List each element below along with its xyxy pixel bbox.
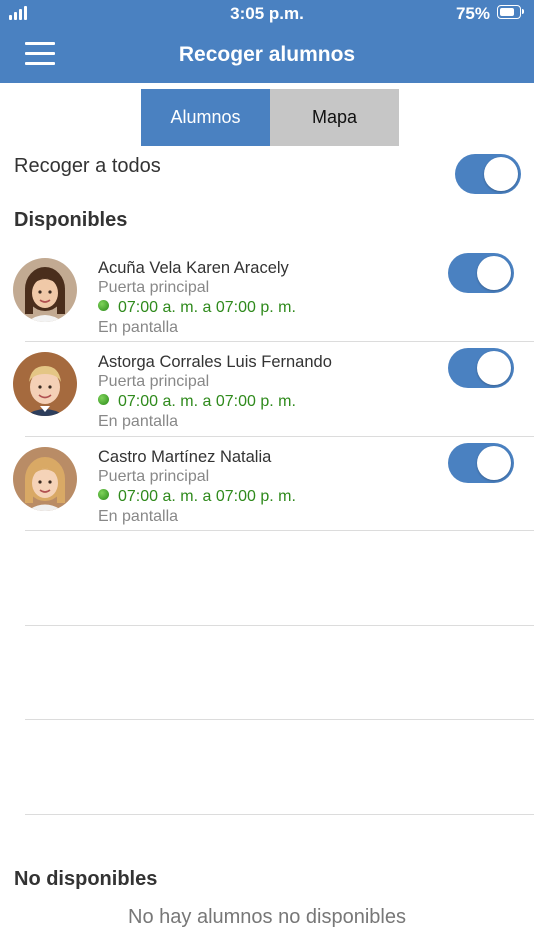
status-dot-icon <box>98 489 109 500</box>
student-door: Puerta principal <box>98 279 210 296</box>
student-name: Astorga Corrales Luis Fernando <box>98 353 332 371</box>
student-avatar <box>13 258 77 322</box>
student-door: Puerta principal <box>98 468 210 485</box>
student-schedule: 07:00 a. m. a 07:00 p. m. <box>98 299 296 317</box>
student-schedule: 07:00 a. m. a 07:00 p. m. <box>98 488 296 506</box>
student-toggle[interactable] <box>448 348 514 388</box>
student-schedule: 07:00 a. m. a 07:00 p. m. <box>98 393 296 411</box>
tab-mapa[interactable]: Mapa <box>270 89 399 146</box>
no-disponibles-empty-message: No hay alumnos no disponibles <box>128 906 406 928</box>
page-title: Recoger alumnos <box>178 43 356 66</box>
section-disponibles-title: Disponibles <box>14 209 128 231</box>
student-status: En pantalla <box>98 508 179 525</box>
student-row: Acuña Vela Karen Aracely Puerta principa… <box>0 248 534 342</box>
status-dot-icon <box>98 394 109 405</box>
student-row: Castro Martínez Natalia Puerta principal… <box>0 437 534 531</box>
schedule-text: 07:00 a. m. a 07:00 p. m. <box>118 299 296 316</box>
student-status: En pantalla <box>98 319 179 336</box>
divider <box>25 625 534 626</box>
student-avatar <box>13 352 77 416</box>
battery-icon <box>497 5 525 19</box>
student-status: En pantalla <box>98 413 179 430</box>
student-avatar <box>13 447 77 511</box>
student-door: Puerta principal <box>98 373 210 390</box>
tab-alumnos[interactable]: Alumnos <box>141 89 270 146</box>
schedule-text: 07:00 a. m. a 07:00 p. m. <box>118 488 296 505</box>
divider <box>25 530 534 531</box>
status-dot-icon <box>98 300 109 311</box>
section-no-disponibles-title: No disponibles <box>14 868 158 890</box>
divider <box>25 719 534 720</box>
divider <box>25 814 534 815</box>
app-header: 3:05 p.m. 75% Recoger alumnos <box>0 0 534 83</box>
schedule-text: 07:00 a. m. a 07:00 p. m. <box>118 393 296 410</box>
status-time: 3:05 p.m. <box>230 4 304 23</box>
student-name: Acuña Vela Karen Aracely <box>98 259 289 277</box>
recoger-todos-toggle[interactable] <box>455 154 521 194</box>
student-name: Castro Martínez Natalia <box>98 448 272 466</box>
student-toggle[interactable] <box>448 443 514 483</box>
student-row: Astorga Corrales Luis Fernando Puerta pr… <box>0 342 534 436</box>
battery-percent: 75% <box>455 4 490 23</box>
student-toggle[interactable] <box>448 253 514 293</box>
view-segmented-control: Alumnos Mapa <box>141 89 399 146</box>
recoger-todos-label: Recoger a todos <box>14 155 161 177</box>
